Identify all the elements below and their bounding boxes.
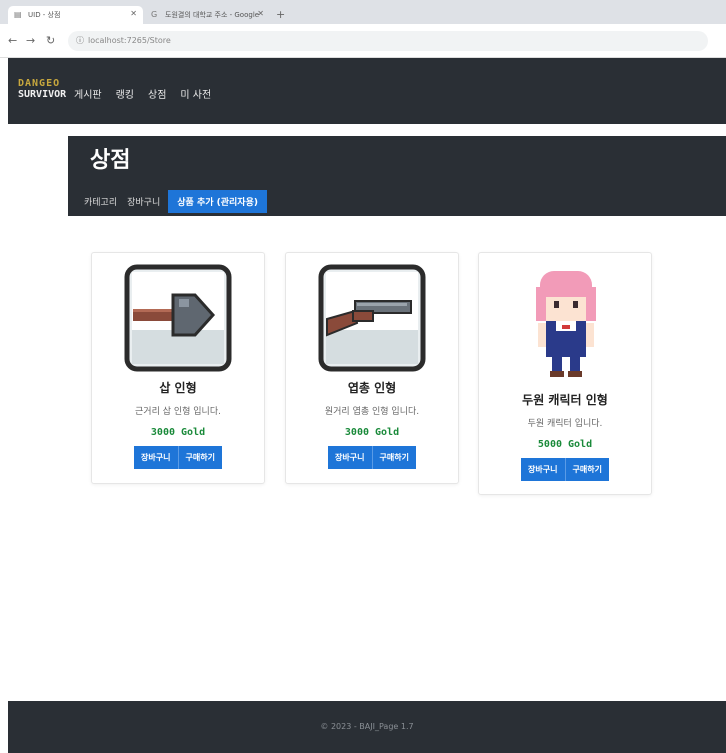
page-title: 상점 [90, 148, 131, 173]
add-to-cart-button[interactable]: 장바구니 [134, 446, 179, 469]
browser-tab-active[interactable]: ▤ UID - 상점 ✕ [8, 6, 143, 24]
add-to-cart-button[interactable]: 장바구니 [521, 458, 566, 481]
product-card: 두원 캐릭터 인형 두원 캐릭터 입니다. 5000 Gold 장바구니 구매하… [478, 252, 652, 495]
shovel-icon [123, 263, 233, 373]
logo-line-1: DANGEO [18, 78, 61, 89]
cart-link[interactable]: 장바구니 [125, 192, 162, 211]
add-product-button[interactable]: 상품 추가 (관리자용) [168, 190, 267, 213]
product-description: 원거리 엽총 인형 입니다. [324, 407, 420, 417]
url-field[interactable]: ⓘ localhost:7265/Store [68, 31, 708, 51]
buy-button[interactable]: 구매하기 [565, 458, 609, 481]
menu-item-board[interactable]: 게시판 [74, 86, 102, 101]
new-tab-button[interactable]: + [276, 8, 285, 21]
page-header: 상점 카테고리 장바구니 상품 추가 (관리자용) [68, 136, 726, 216]
google-icon: G [151, 10, 158, 19]
add-to-cart-button[interactable]: 장바구니 [328, 446, 373, 469]
store-subnav: 카테고리 장바구니 상품 추가 (관리자용) [82, 190, 267, 213]
product-name: 삽 인형 [159, 381, 197, 395]
info-icon[interactable]: ⓘ [76, 35, 84, 46]
menu-item-ranking[interactable]: 랭킹 [116, 86, 134, 101]
product-actions: 장바구니 구매하기 [92, 446, 264, 469]
back-icon[interactable]: ← [8, 34, 17, 47]
reload-icon[interactable]: ↻ [46, 34, 55, 47]
inactive-tab-title: 도원결의 대학교 주소 - Google [165, 11, 260, 19]
url-text: localhost:7265/Store [88, 36, 171, 45]
browser-tab-bar: ▤ UID - 상점 ✕ G 도원결의 대학교 주소 - Google ✕ + [0, 0, 726, 24]
footer-copyright: © 2023 - BAJI_Page 1.7 [320, 722, 414, 731]
category-link[interactable]: 카테고리 [82, 192, 119, 211]
product-description: 근거리 삽 인형 입니다. [135, 407, 221, 417]
site-footer: © 2023 - BAJI_Page 1.7 [8, 701, 726, 753]
product-price: 3000 Gold [150, 427, 206, 438]
close-tab-icon[interactable]: ✕ [257, 9, 264, 18]
product-card: 엽총 인형 원거리 엽총 인형 입니다. 3000 Gold 장바구니 구매하기 [285, 252, 459, 484]
page-icon: ▤ [14, 10, 22, 19]
shotgun-icon [317, 263, 427, 373]
product-price: 5000 Gold [537, 439, 593, 450]
logo-line-2: SURVIVOR [18, 89, 67, 100]
browser-address-bar: ← → ↻ ⓘ localhost:7265/Store [0, 24, 726, 58]
product-name: 엽총 인형 [347, 381, 397, 395]
product-description: 두원 캐릭터 입니다. [527, 419, 603, 429]
menu-item-dictionary[interactable]: 미 사전 [180, 86, 211, 101]
site-logo[interactable]: DANGEO SURVIVOR [18, 78, 66, 102]
product-price: 3000 Gold [344, 427, 400, 438]
buy-button[interactable]: 구매하기 [178, 446, 222, 469]
buy-button[interactable]: 구매하기 [372, 446, 416, 469]
menu-item-store[interactable]: 상점 [148, 86, 166, 101]
product-name: 두원 캐릭터 인형 [522, 393, 608, 407]
product-actions: 장바구니 구매하기 [286, 446, 458, 469]
close-tab-icon[interactable]: ✕ [130, 9, 137, 18]
browser-tab-inactive[interactable]: G 도원결의 대학교 주소 - Google ✕ [145, 6, 270, 24]
forward-icon[interactable]: → [26, 34, 35, 47]
site-navbar: DANGEO SURVIVOR 게시판 랭킹 상점 미 사전 [8, 58, 726, 124]
product-actions: 장바구니 구매하기 [479, 458, 651, 481]
product-card: 삽 인형 근거리 삽 인형 입니다. 3000 Gold 장바구니 구매하기 [91, 252, 265, 484]
main-menu: 게시판 랭킹 상점 미 사전 [74, 86, 211, 101]
active-tab-title: UID - 상점 [28, 11, 61, 19]
pink-hair-character-icon [510, 263, 620, 385]
